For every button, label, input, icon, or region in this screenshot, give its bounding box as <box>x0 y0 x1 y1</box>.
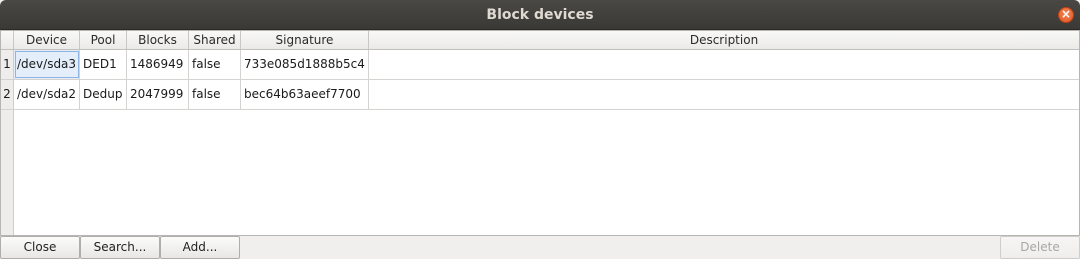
table-row[interactable]: 1 /dev/sda3 DED1 1486949 false 733e085d1… <box>1 50 1079 80</box>
button-bar: Close Search... Add... Delete <box>0 236 1080 259</box>
cell-shared[interactable]: false <box>189 50 241 79</box>
cell-description[interactable] <box>369 50 1079 79</box>
cell-device[interactable]: /dev/sda3 <box>14 50 80 79</box>
column-header-blocks[interactable]: Blocks <box>127 31 189 49</box>
cell-signature[interactable]: 733e085d1888b5c4 <box>241 50 369 79</box>
column-header-pool[interactable]: Pool <box>80 31 127 49</box>
cell-pool[interactable]: DED1 <box>80 50 127 79</box>
block-devices-table[interactable]: Device Pool Blocks Shared Signature Desc… <box>0 30 1080 236</box>
row-number[interactable]: 1 <box>1 50 14 79</box>
title-bar: Block devices × <box>0 0 1080 30</box>
header-corner[interactable] <box>1 31 14 49</box>
cell-description[interactable] <box>369 80 1079 109</box>
column-header-signature[interactable]: Signature <box>241 31 369 49</box>
column-header-device[interactable]: Device <box>14 31 80 49</box>
block-devices-window: Block devices × Device Pool Blocks Share… <box>0 0 1080 259</box>
cell-device[interactable]: /dev/sda2 <box>14 80 80 109</box>
column-header-description[interactable]: Description <box>369 31 1079 49</box>
cell-shared[interactable]: false <box>189 80 241 109</box>
cell-blocks[interactable]: 1486949 <box>127 50 189 79</box>
table-row[interactable]: 2 /dev/sda2 Dedup 2047999 false bec64b63… <box>1 80 1079 110</box>
close-icon[interactable]: × <box>1058 7 1074 23</box>
cell-pool[interactable]: Dedup <box>80 80 127 109</box>
cell-signature[interactable]: bec64b63aeef7700 <box>241 80 369 109</box>
add-button[interactable]: Add... <box>160 236 240 259</box>
close-button[interactable]: Close <box>0 236 80 259</box>
row-number[interactable]: 2 <box>1 80 14 109</box>
cell-blocks[interactable]: 2047999 <box>127 80 189 109</box>
search-button[interactable]: Search... <box>80 236 160 259</box>
table-header: Device Pool Blocks Shared Signature Desc… <box>1 31 1079 50</box>
window-title: Block devices <box>486 7 594 23</box>
column-header-shared[interactable]: Shared <box>189 31 241 49</box>
delete-button[interactable]: Delete <box>1000 236 1080 259</box>
